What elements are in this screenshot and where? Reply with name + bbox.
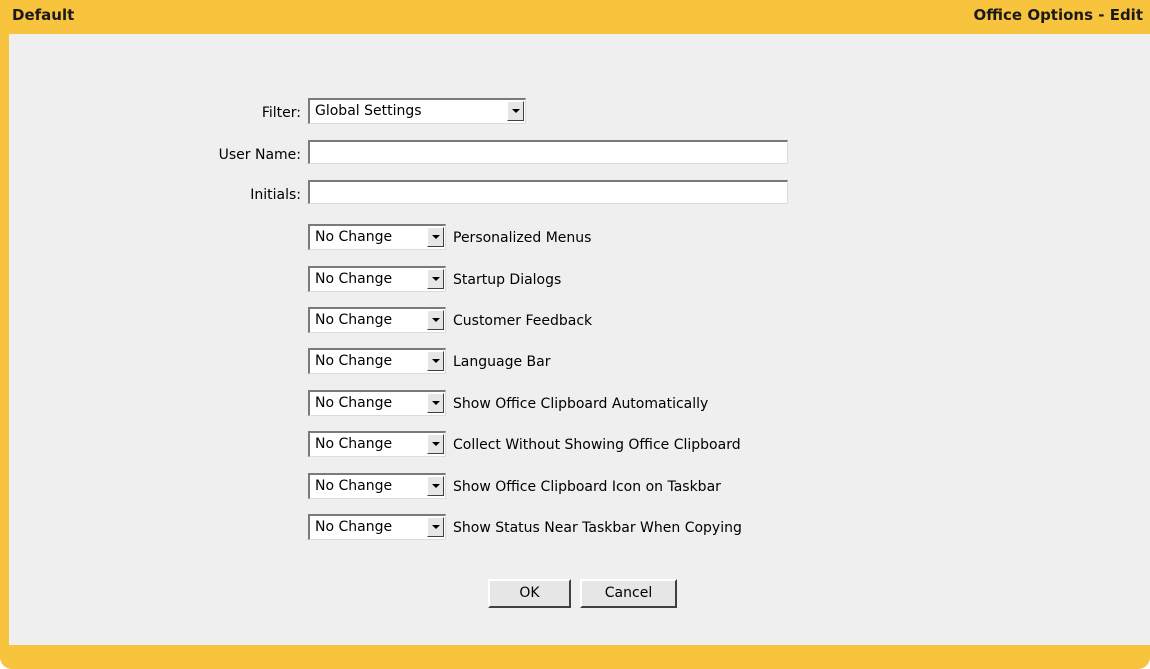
dropdown-button[interactable] bbox=[427, 351, 444, 371]
personalized-menus-label: Personalized Menus bbox=[453, 230, 592, 246]
dropdown-button[interactable] bbox=[427, 310, 444, 330]
options-panel: Filter: Global Settings User Name: Initi… bbox=[9, 34, 1150, 645]
filter-label: Filter: bbox=[261, 105, 301, 121]
dropdown-button[interactable] bbox=[427, 393, 444, 413]
show-clipboard-auto-label: Show Office Clipboard Automatically bbox=[453, 396, 709, 412]
filter-dropdown-button[interactable] bbox=[507, 101, 524, 121]
dropdown-button[interactable] bbox=[427, 517, 444, 537]
select-value: No Change bbox=[315, 271, 393, 287]
chevron-down-icon bbox=[512, 109, 520, 113]
select-value: No Change bbox=[315, 436, 393, 452]
dropdown-button[interactable] bbox=[427, 434, 444, 454]
chevron-down-icon bbox=[432, 442, 440, 446]
select-value: No Change bbox=[315, 353, 393, 369]
dropdown-button[interactable] bbox=[427, 269, 444, 289]
select-value: No Change bbox=[315, 478, 393, 494]
startup-dialogs-label: Startup Dialogs bbox=[453, 272, 562, 288]
user-name-field[interactable] bbox=[308, 140, 788, 164]
initials-label: Initials: bbox=[250, 187, 301, 203]
cancel-button[interactable]: Cancel bbox=[580, 579, 677, 608]
chevron-down-icon bbox=[432, 359, 440, 363]
dropdown-button[interactable] bbox=[427, 476, 444, 496]
language-bar-label: Language Bar bbox=[453, 354, 551, 370]
chevron-down-icon bbox=[432, 235, 440, 239]
chevron-down-icon bbox=[432, 318, 440, 322]
select-value: No Change bbox=[315, 395, 393, 411]
collect-without-showing-select[interactable]: No Change bbox=[308, 431, 446, 457]
profile-title: Default bbox=[12, 6, 75, 24]
select-value: No Change bbox=[315, 229, 393, 245]
page-title: Office Options - Edit bbox=[973, 6, 1143, 24]
customer-feedback-select[interactable]: No Change bbox=[308, 307, 446, 333]
collect-without-showing-label: Collect Without Showing Office Clipboard bbox=[453, 437, 741, 453]
show-clipboard-auto-select[interactable]: No Change bbox=[308, 390, 446, 416]
status-near-taskbar-label: Show Status Near Taskbar When Copying bbox=[453, 520, 742, 536]
clipboard-icon-taskbar-label: Show Office Clipboard Icon on Taskbar bbox=[453, 479, 721, 495]
initials-field[interactable] bbox=[308, 180, 788, 204]
filter-select[interactable]: Global Settings bbox=[308, 98, 526, 124]
chevron-down-icon bbox=[432, 484, 440, 488]
window-frame: Default Office Options - Edit Filter: Gl… bbox=[0, 0, 1150, 669]
chevron-down-icon bbox=[432, 401, 440, 405]
dropdown-button[interactable] bbox=[427, 227, 444, 247]
select-value: No Change bbox=[315, 312, 393, 328]
ok-button[interactable]: OK bbox=[488, 579, 571, 608]
startup-dialogs-select[interactable]: No Change bbox=[308, 266, 446, 292]
chevron-down-icon bbox=[432, 277, 440, 281]
user-name-label: User Name: bbox=[218, 147, 301, 163]
chevron-down-icon bbox=[432, 525, 440, 529]
title-bar: Default Office Options - Edit bbox=[0, 0, 1150, 34]
select-value: No Change bbox=[315, 519, 393, 535]
filter-select-value: Global Settings bbox=[315, 103, 422, 119]
customer-feedback-label: Customer Feedback bbox=[453, 313, 593, 329]
personalized-menus-select[interactable]: No Change bbox=[308, 224, 446, 250]
clipboard-icon-taskbar-select[interactable]: No Change bbox=[308, 473, 446, 499]
status-near-taskbar-select[interactable]: No Change bbox=[308, 514, 446, 540]
language-bar-select[interactable]: No Change bbox=[308, 348, 446, 374]
